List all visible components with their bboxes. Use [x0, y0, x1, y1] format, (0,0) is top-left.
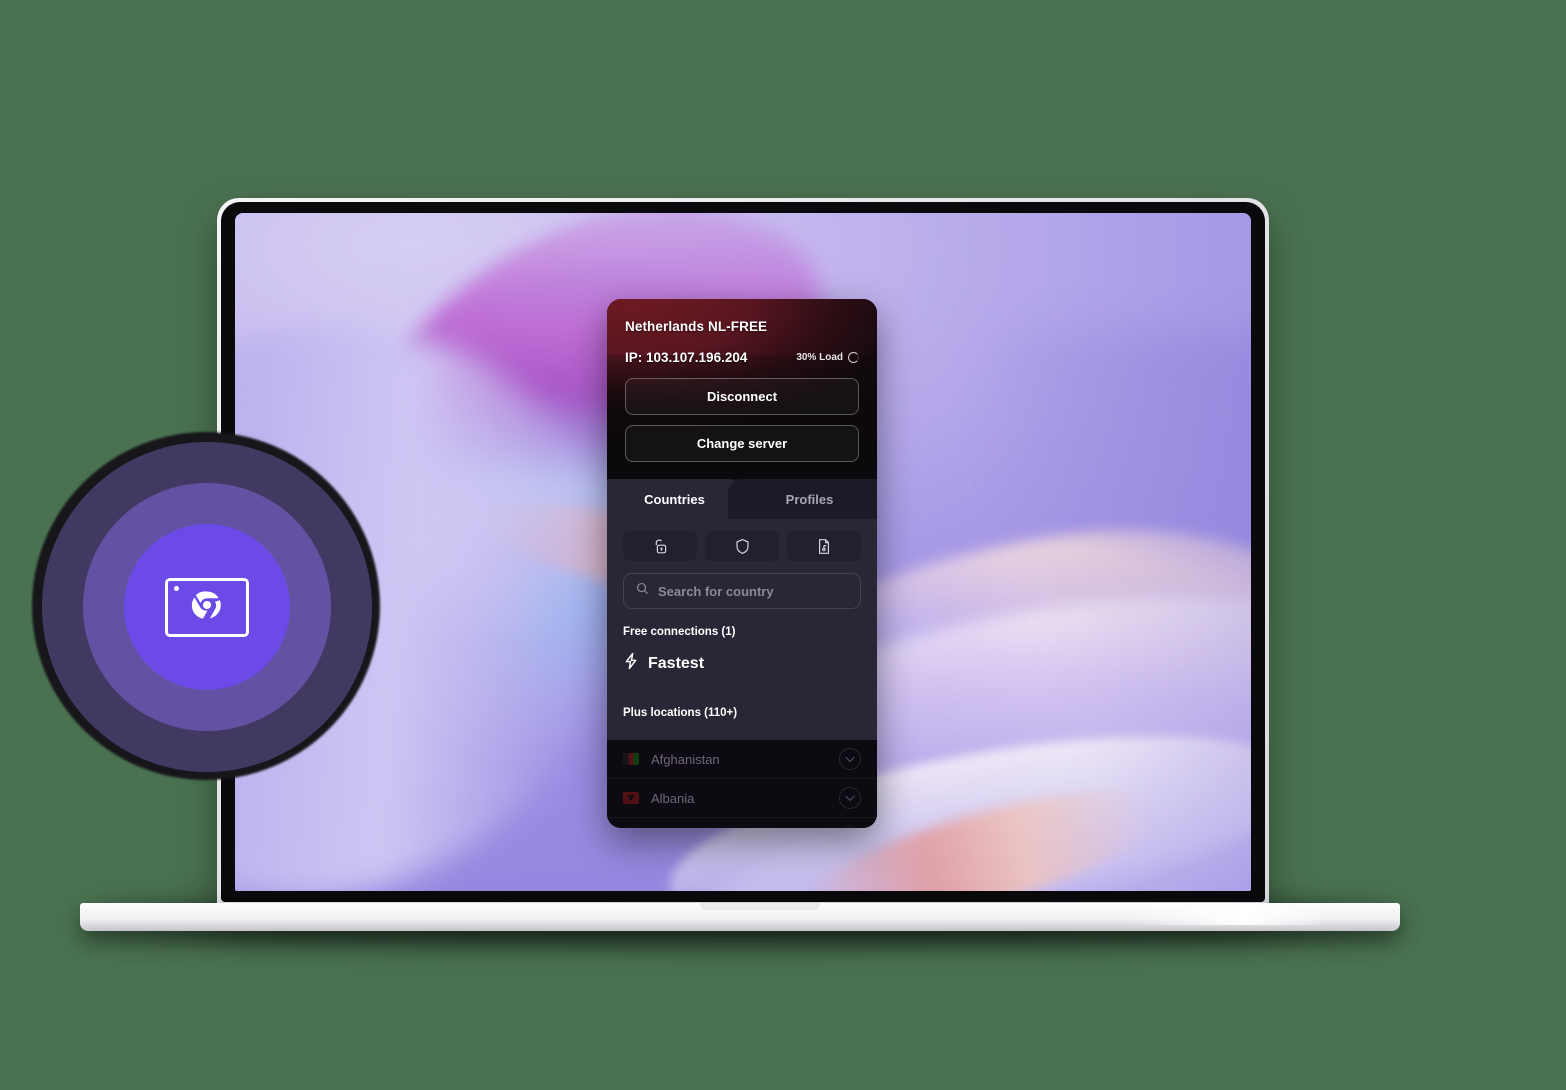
server-load-indicator: 30% Load — [796, 352, 859, 363]
search-box[interactable] — [623, 573, 861, 609]
vpn-panel: Netherlands NL-FREE IP: 103.107.196.204 … — [607, 299, 877, 828]
ip-address: IP: 103.107.196.204 — [625, 350, 748, 365]
wallpaper-right-shade — [991, 333, 1251, 891]
change-server-button[interactable]: Change server — [625, 425, 859, 462]
server-load-text: 30% Load — [796, 352, 843, 363]
chevron-down-icon[interactable] — [839, 748, 861, 770]
flag-afghanistan-icon — [623, 753, 639, 765]
panel-tabs: Countries Profiles — [607, 479, 877, 519]
chrome-badge[interactable] — [124, 524, 290, 690]
chevron-down-icon[interactable] — [839, 787, 861, 809]
tab-countries[interactable]: Countries — [607, 479, 742, 519]
browser-dot-icon — [174, 585, 179, 591]
vpn-connection-header: Netherlands NL-FREE IP: 103.107.196.204 … — [607, 299, 877, 479]
list-item-fastest[interactable]: Fastest — [623, 652, 861, 675]
ip-and-load-row: IP: 103.107.196.204 30% Load — [625, 350, 859, 365]
search-input[interactable] — [658, 583, 848, 599]
chevron-down-icon[interactable] — [839, 826, 861, 828]
shield-icon — [735, 538, 750, 555]
quick-action-row — [623, 531, 861, 561]
fastest-label: Fastest — [648, 654, 705, 672]
tab-profiles[interactable]: Profiles — [728, 479, 877, 519]
panel-body: Free connections (1) Fastest Plus locati… — [607, 519, 877, 828]
disconnect-button[interactable]: Disconnect — [625, 378, 859, 415]
table-row[interactable] — [607, 818, 877, 828]
table-row[interactable]: Afghanistan — [607, 740, 877, 779]
browser-window-icon — [165, 577, 249, 637]
chrome-icon — [189, 587, 225, 628]
page-root: Netherlands NL-FREE IP: 103.107.196.204 … — [0, 0, 1566, 1090]
country-name: Afghanistan — [651, 751, 720, 767]
flag-albania-icon — [623, 792, 639, 804]
laptop-base-gloss — [1130, 903, 1320, 925]
search-icon — [636, 582, 649, 600]
load-ring-icon — [848, 352, 859, 363]
table-row[interactable]: Albania — [607, 779, 877, 818]
lock-icon — [653, 538, 668, 555]
document-icon — [817, 538, 831, 555]
shield-button[interactable] — [705, 531, 779, 561]
plus-locations-label: Plus locations (110+) — [623, 707, 738, 719]
lightning-bolt-icon — [623, 652, 639, 675]
country-list: Afghanistan Albania — [607, 740, 877, 828]
lock-button[interactable] — [623, 531, 697, 561]
document-button[interactable] — [787, 531, 861, 561]
free-connections-label: Free connections (1) — [623, 626, 736, 638]
laptop-base-notch — [700, 903, 820, 910]
server-name: Netherlands NL-FREE — [625, 319, 768, 334]
country-name: Albania — [651, 790, 695, 806]
